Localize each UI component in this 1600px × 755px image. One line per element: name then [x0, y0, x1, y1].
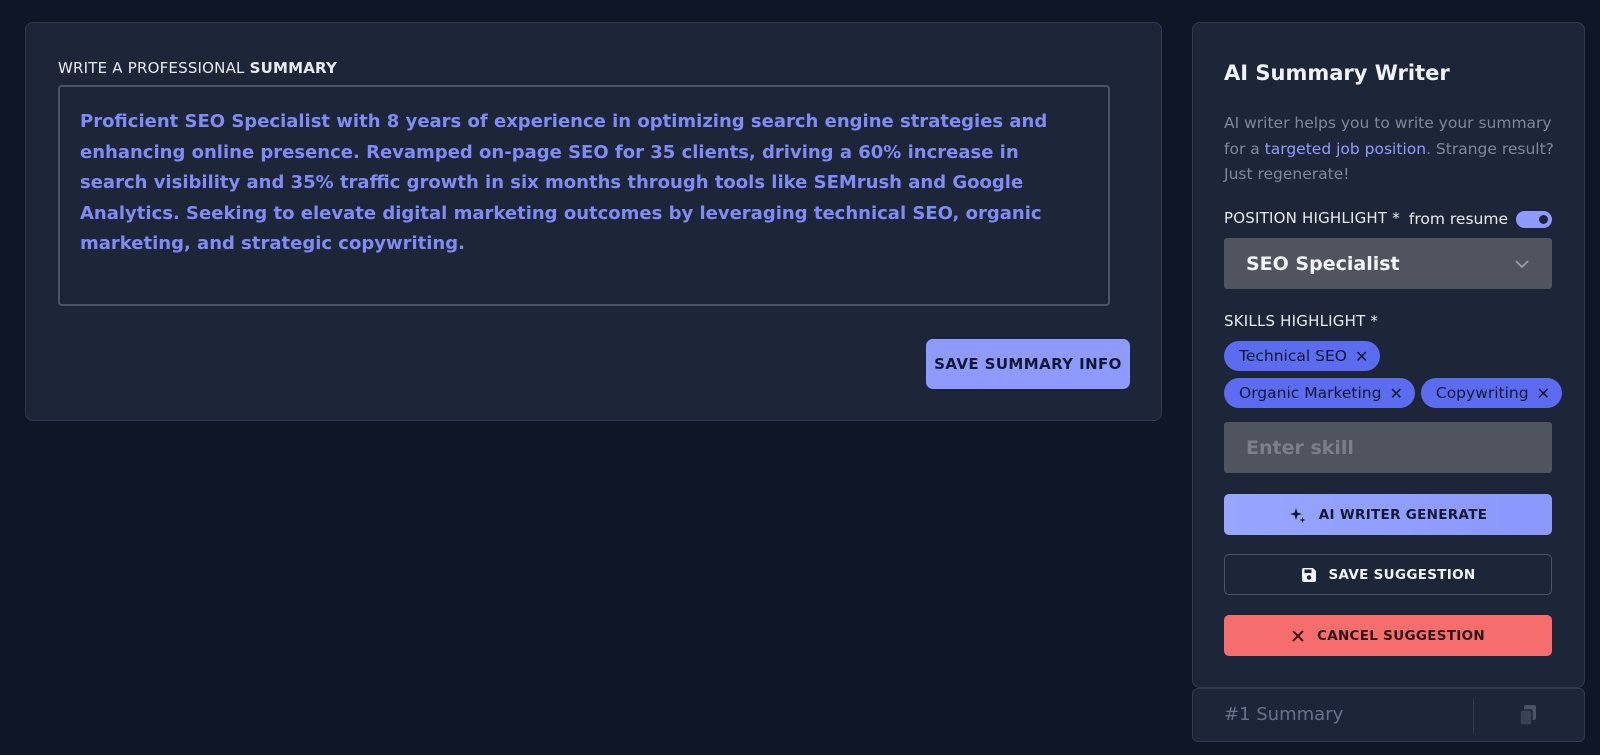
- targeted-job-position-link[interactable]: targeted job position: [1265, 140, 1426, 158]
- close-icon: [1292, 629, 1304, 642]
- summary-field-label: WRITE A PROFESSIONAL SUMMARY: [58, 59, 337, 77]
- cancel-suggestion-label: CANCEL SUGGESTION: [1317, 627, 1485, 644]
- cancel-suggestion-button[interactable]: CANCEL SUGGESTION: [1224, 615, 1552, 656]
- sparkle-icon: [1289, 507, 1306, 523]
- skill-input[interactable]: [1224, 422, 1552, 473]
- position-select[interactable]: SEO Specialist: [1224, 238, 1552, 289]
- skill-chip-label: Technical SEO: [1239, 347, 1347, 365]
- ai-summary-writer-panel: AI Summary Writer AI writer helps you to…: [1192, 22, 1585, 688]
- skill-chip: Copywriting ✕: [1420, 378, 1563, 408]
- from-resume-toggle[interactable]: [1516, 210, 1552, 228]
- divider: [1473, 698, 1474, 734]
- copy-icon[interactable]: [1518, 704, 1538, 726]
- save-summary-button[interactable]: SAVE SUMMARY INFO: [926, 339, 1130, 389]
- toggle-knob: [1539, 214, 1548, 224]
- summary-label-bold: SUMMARY: [249, 59, 338, 77]
- save-suggestion-button[interactable]: SAVE SUGGESTION: [1224, 554, 1552, 595]
- skills-chip-row: Technical SEO ✕: [1224, 341, 1381, 371]
- summary-label-prefix: WRITE A PROFESSIONAL: [58, 59, 250, 77]
- skill-chip-label: Copywriting: [1435, 384, 1529, 402]
- save-suggestion-label: SAVE SUGGESTION: [1328, 566, 1476, 583]
- position-select-value: SEO Specialist: [1246, 252, 1400, 275]
- floppy-disk-icon: [1301, 567, 1316, 582]
- generate-label: AI WRITER GENERATE: [1318, 506, 1488, 523]
- ai-writer-title: AI Summary Writer: [1224, 61, 1450, 85]
- from-resume-toggle-group: from resume: [1409, 210, 1552, 228]
- ai-writer-description: AI writer helps you to write your summar…: [1224, 111, 1564, 188]
- skill-chip: Technical SEO ✕: [1224, 341, 1381, 371]
- ai-writer-generate-button[interactable]: AI WRITER GENERATE: [1224, 494, 1552, 535]
- summary-textarea[interactable]: Proficient SEO Specialist with 8 years o…: [58, 85, 1110, 306]
- skills-chip-row: Organic Marketing ✕ Copywriting ✕: [1224, 378, 1563, 408]
- skills-highlight-label: SKILLS HIGHLIGHT *: [1224, 312, 1379, 330]
- position-highlight-label: POSITION HIGHLIGHT *: [1224, 209, 1400, 227]
- close-icon[interactable]: ✕: [1389, 384, 1402, 403]
- from-resume-label: from resume: [1408, 210, 1508, 228]
- summary-tab[interactable]: #1 Summary: [1192, 688, 1585, 742]
- summary-tab-label: #1 Summary: [1224, 704, 1344, 725]
- chevron-down-icon: [1515, 259, 1529, 268]
- skill-chip: Organic Marketing ✕: [1224, 378, 1415, 408]
- close-icon[interactable]: ✕: [1355, 347, 1368, 366]
- close-icon[interactable]: ✕: [1537, 384, 1550, 403]
- summary-card: WRITE A PROFESSIONAL SUMMARY Proficient …: [25, 22, 1162, 421]
- skill-chip-label: Organic Marketing: [1239, 384, 1382, 402]
